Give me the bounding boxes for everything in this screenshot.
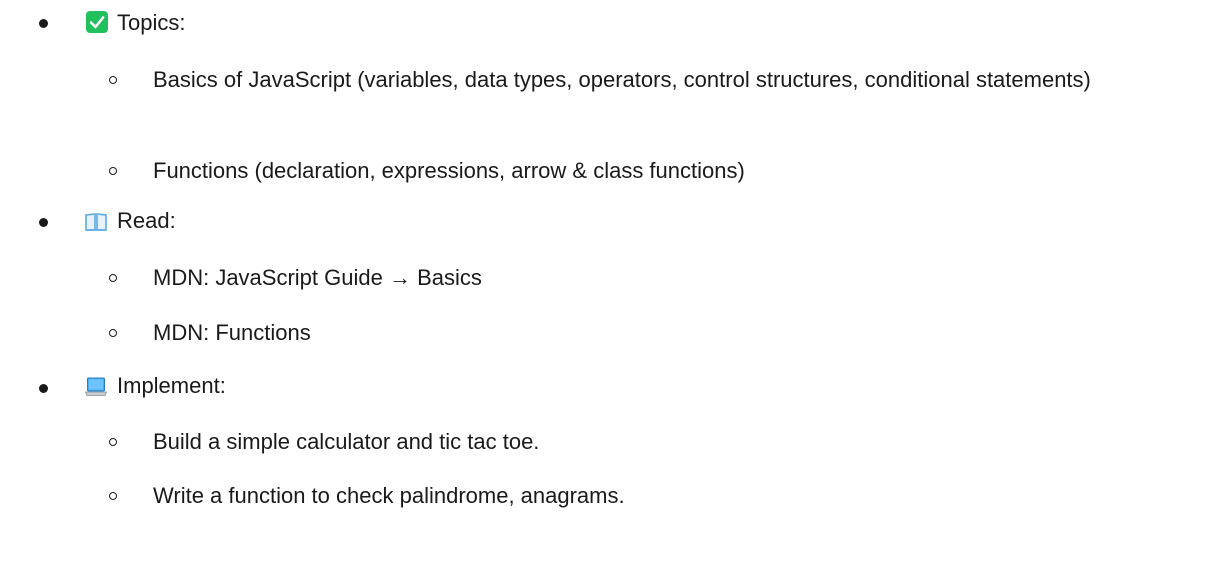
topic-item-functions: Functions (declaration, expressions, arr… [153,158,745,183]
sub-bullet-marker [109,492,117,500]
check-mark-button-icon [86,11,108,33]
sub-bullet-marker [109,329,117,337]
sub-bullet-marker [109,438,117,446]
section-label-implement: Implement: [117,373,226,398]
section-label-topics: Topics: [117,10,186,35]
sub-bullet-marker [109,167,117,175]
sub-bullet-marker [109,76,117,84]
bullet-marker [39,218,48,227]
bullet-marker [39,19,48,28]
implement-item-calculator: Build a simple calculator and tic tac to… [153,429,540,454]
bullet-marker [39,384,48,393]
topic-item-basics: Basics of JavaScript (variables, data ty… [153,67,1091,92]
open-book-icon [85,213,107,231]
section-label-read: Read: [117,208,176,233]
document: Topics: Basics of JavaScript (variables,… [0,0,1217,563]
read-item-js-guide: MDN: JavaScript Guide → Basics [153,265,482,290]
implement-item-palindrome: Write a function to check palindrome, an… [153,483,625,508]
laptop-icon [85,377,107,396]
sub-bullet-marker [109,274,117,282]
read-item-functions: MDN: Functions [153,320,311,345]
